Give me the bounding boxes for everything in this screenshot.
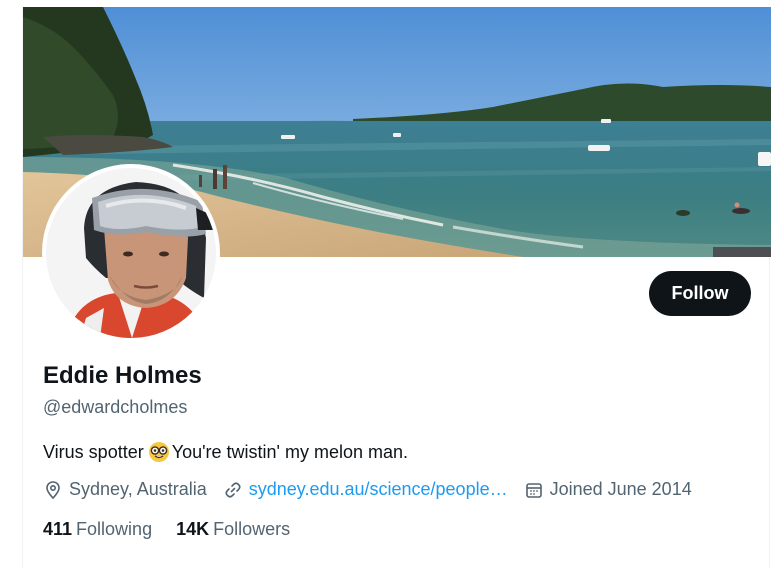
bio-text-start: Virus spotter xyxy=(43,441,144,462)
profile-bio: Virus spotter You're twistin' my melon m… xyxy=(43,441,408,463)
followers-label: Followers xyxy=(213,519,291,539)
following-label: Following xyxy=(76,519,153,539)
website-item[interactable]: sydney.edu.au/science/people… xyxy=(223,479,508,500)
followers-link[interactable]: 14K Followers xyxy=(176,519,290,540)
calendar-icon xyxy=(525,482,542,498)
profile-name: Eddie Holmes xyxy=(43,362,202,389)
map-pin-icon xyxy=(46,480,60,499)
link-icon xyxy=(225,481,241,498)
follow-stats: 411 Following 14K Followers xyxy=(43,519,314,540)
location-item: Sydney, Australia xyxy=(43,479,207,500)
website-link[interactable]: sydney.edu.au/science/people… xyxy=(249,479,508,500)
bio-text-end: You're twistin' my melon man. xyxy=(171,441,409,462)
location-text: Sydney, Australia xyxy=(69,479,207,499)
profile-card: Follow Eddie Holmes @edwardcholmes Virus… xyxy=(22,7,771,568)
follow-button[interactable]: Follow xyxy=(649,271,751,316)
avatar[interactable] xyxy=(42,164,220,342)
following-count: 411 xyxy=(43,519,73,539)
followers-count: 14K xyxy=(176,519,210,539)
avatar-photo xyxy=(46,168,216,338)
joined-item: Joined June 2014 xyxy=(524,479,692,500)
joined-text: Joined June 2014 xyxy=(549,479,692,499)
following-link[interactable]: 411 Following xyxy=(43,519,152,540)
profile-meta: Sydney, Australia sydney.edu.au/science/… xyxy=(43,479,708,500)
nerd-face-emoji-icon xyxy=(148,442,169,462)
profile-handle: @edwardcholmes xyxy=(43,397,188,417)
